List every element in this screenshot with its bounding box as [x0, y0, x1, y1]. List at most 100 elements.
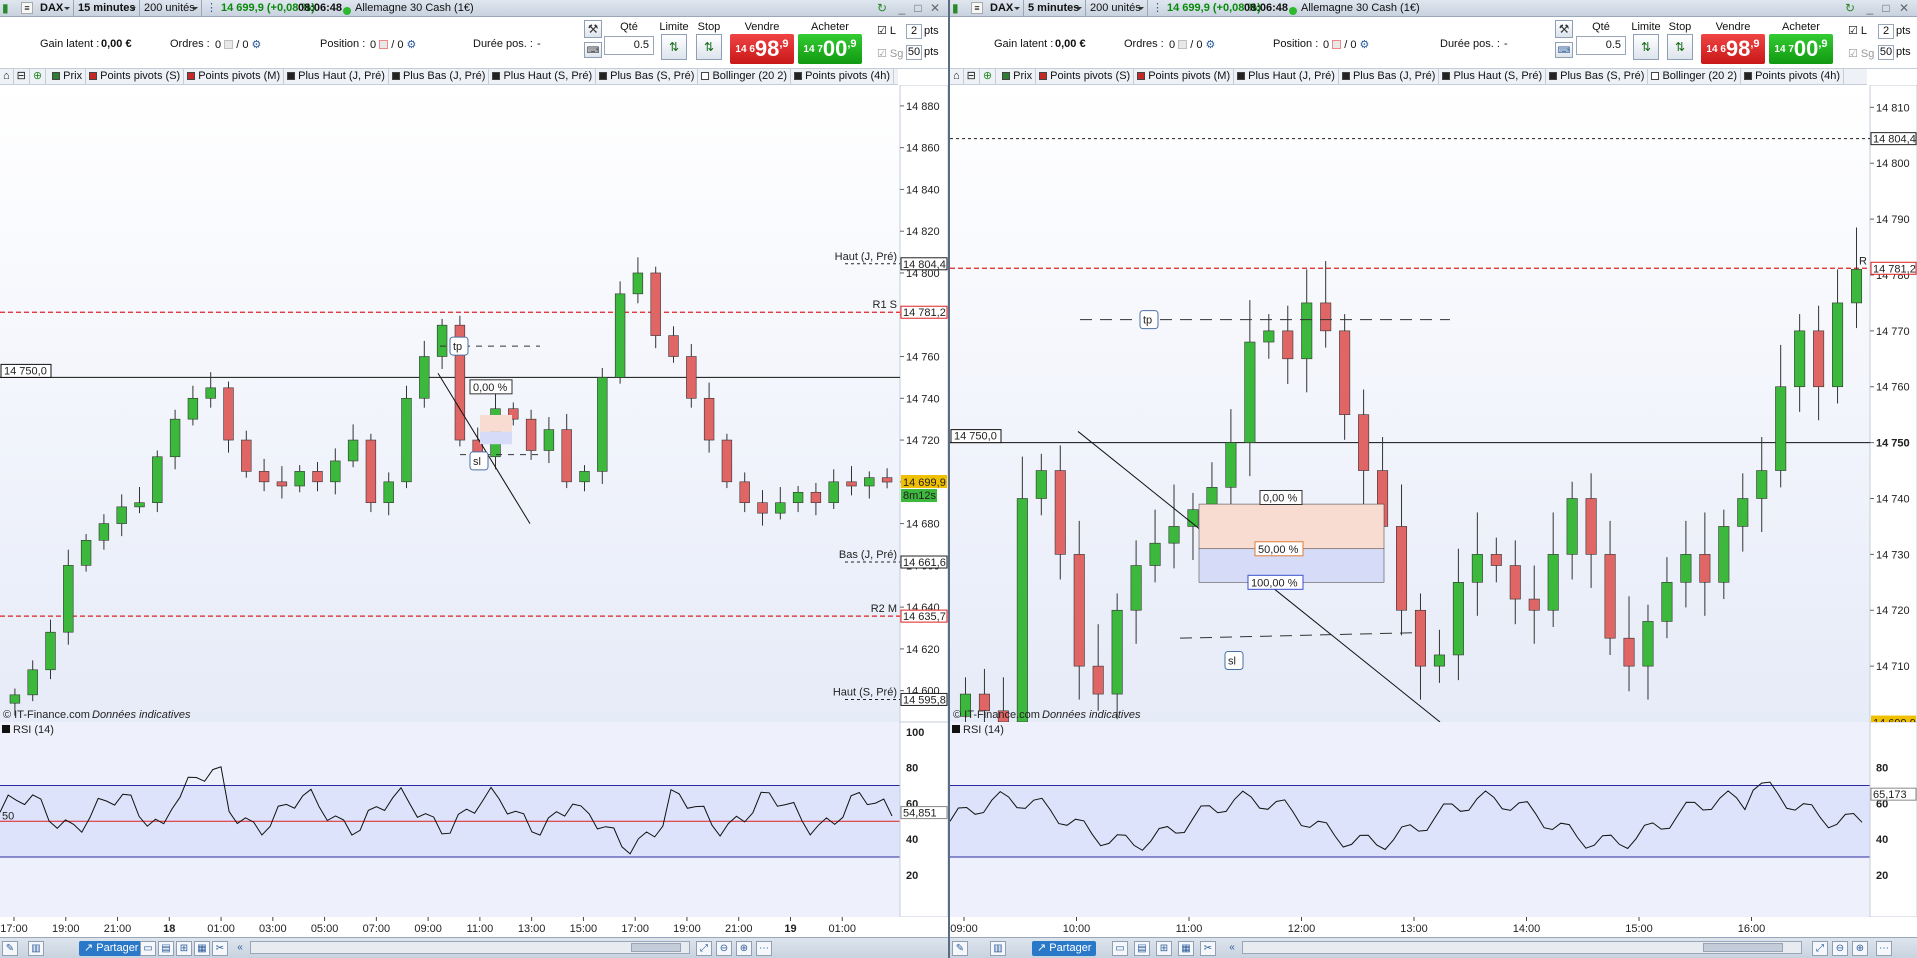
candle[interactable]: [1794, 330, 1806, 388]
sell-button[interactable]: 14 698,9: [1701, 34, 1765, 64]
tools-icon[interactable]: ✂: [1200, 941, 1216, 956]
candle[interactable]: [1452, 582, 1464, 656]
stop-order-button[interactable]: ⇅: [1667, 34, 1693, 60]
candle[interactable]: [668, 335, 679, 357]
candle[interactable]: [9, 694, 21, 704]
minimize-icon[interactable]: _: [1863, 0, 1877, 16]
qty-input[interactable]: 0.5: [604, 36, 654, 55]
collapse-icon[interactable]: ⊟: [14, 69, 30, 84]
stop-order-button[interactable]: ⇅: [696, 34, 722, 60]
candle[interactable]: [1832, 302, 1844, 388]
maximize-icon[interactable]: □: [1879, 0, 1893, 16]
candle[interactable]: [1851, 269, 1863, 304]
indicator-tab[interactable]: Points pivots (4h): [1741, 69, 1845, 84]
list-icon[interactable]: ≡: [21, 2, 33, 14]
indicator-tab[interactable]: Plus Haut (S, Pré): [1439, 69, 1547, 84]
add-icon[interactable]: ⊕: [30, 69, 47, 84]
qty-input[interactable]: 0.5: [1576, 36, 1626, 55]
pts-input-2[interactable]: 50: [906, 45, 922, 60]
candle[interactable]: [1756, 470, 1768, 499]
orders-gear-icon[interactable]: ⚙: [1206, 39, 1216, 51]
zoom-out-icon[interactable]: ⊖: [1832, 941, 1848, 956]
candle[interactable]: [187, 397, 199, 420]
candle[interactable]: [419, 356, 430, 399]
info-icon[interactable]: ⋮: [1152, 0, 1163, 16]
price-chart-15min[interactable]: 14 88014 86014 84014 82014 80014 78014 7…: [0, 85, 948, 722]
candle[interactable]: [1414, 609, 1426, 667]
candle[interactable]: [579, 471, 590, 483]
close-icon[interactable]: ✕: [928, 0, 942, 16]
candle[interactable]: [703, 397, 715, 441]
candle[interactable]: [1775, 386, 1787, 471]
compare-icon[interactable]: ⊞: [1156, 941, 1172, 956]
share-button[interactable]: ↗ Partager: [1032, 941, 1097, 956]
add-icon[interactable]: ⊕: [980, 69, 997, 84]
candle[interactable]: [330, 460, 341, 483]
candle[interactable]: [1585, 498, 1597, 555]
indicator-tab[interactable]: Plus Bas (J, Pré): [1339, 69, 1440, 84]
candle[interactable]: [846, 481, 857, 487]
l-checkbox[interactable]: ☑ L: [877, 24, 896, 37]
rsi-panel[interactable]: 10080604020RSI (14)50 54,851: [0, 722, 948, 917]
candle[interactable]: [27, 669, 38, 696]
chart-icon[interactable]: ▮: [952, 0, 966, 16]
candle[interactable]: [757, 502, 768, 514]
scroll-left-icon[interactable]: «: [232, 941, 248, 956]
candle[interactable]: [1263, 330, 1275, 343]
indicator-tab[interactable]: Points pivots (4h): [791, 69, 895, 84]
info-icon[interactable]: ⋮: [206, 0, 217, 16]
candle[interactable]: [1718, 526, 1730, 583]
candle[interactable]: [1471, 554, 1483, 583]
candle[interactable]: [1111, 609, 1123, 695]
scroll-left-icon[interactable]: «: [1224, 941, 1240, 956]
sync-icon[interactable]: ↻: [1843, 0, 1857, 16]
candle[interactable]: [739, 481, 750, 504]
units-dropdown[interactable]: 200 unités: [140, 0, 202, 16]
orders-gear-icon[interactable]: ⚙: [252, 39, 262, 51]
indicator-tab[interactable]: Prix: [999, 69, 1037, 84]
candle[interactable]: [721, 439, 733, 483]
candle[interactable]: [828, 481, 839, 504]
home-icon[interactable]: ⌂: [0, 69, 14, 84]
limit-order-button[interactable]: ⇅: [1633, 34, 1659, 60]
candle[interactable]: [80, 539, 92, 566]
buy-button[interactable]: 14 700,9: [798, 34, 862, 64]
keyboard-icon[interactable]: ⌨: [584, 42, 602, 58]
keyboard-icon[interactable]: ⌨: [1555, 42, 1573, 58]
candle[interactable]: [1282, 330, 1294, 360]
candle[interactable]: [1301, 302, 1313, 360]
candle[interactable]: [436, 324, 448, 357]
candle[interactable]: [1016, 498, 1028, 722]
candle[interactable]: [134, 502, 145, 508]
pts-input-1[interactable]: 2: [1878, 24, 1894, 39]
candle[interactable]: [1680, 554, 1692, 583]
candle[interactable]: [1396, 526, 1408, 611]
chart-type-icon[interactable]: ▥: [28, 941, 44, 956]
candle[interactable]: [1547, 554, 1559, 611]
indicator-tab[interactable]: Points pivots (S): [86, 69, 185, 84]
candle[interactable]: [1642, 621, 1654, 667]
indicator-tab[interactable]: Bollinger (20 2): [698, 69, 792, 84]
position-icon[interactable]: [1332, 40, 1342, 49]
candle[interactable]: [152, 456, 163, 504]
list-icon[interactable]: ≡: [971, 2, 983, 14]
sync-icon[interactable]: ↻: [875, 0, 889, 16]
maximize-icon[interactable]: □: [911, 0, 925, 16]
candle[interactable]: [810, 491, 822, 504]
indicator-tab[interactable]: Plus Haut (J, Pré): [284, 69, 389, 84]
minimize-icon[interactable]: _: [895, 0, 909, 16]
candle[interactable]: [347, 439, 359, 462]
position-icon[interactable]: [379, 40, 389, 49]
horizontal-scrollbar[interactable]: [250, 941, 690, 954]
candle[interactable]: [1699, 554, 1711, 583]
candle[interactable]: [686, 356, 697, 399]
indicators-icon[interactable]: ▤: [158, 941, 174, 956]
candle[interactable]: [365, 439, 377, 504]
candle[interactable]: [401, 397, 412, 483]
layout-icon[interactable]: ▦: [1178, 941, 1194, 956]
candle[interactable]: [116, 506, 127, 524]
candle[interactable]: [223, 387, 234, 441]
candle[interactable]: [1130, 565, 1142, 611]
share-button[interactable]: ↗ Partager: [79, 941, 144, 956]
orders-icon[interactable]: [224, 40, 234, 49]
